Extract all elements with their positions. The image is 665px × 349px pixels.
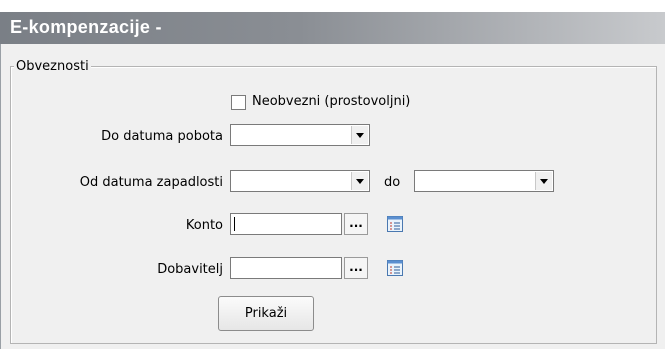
optional-checkbox-label: Neobvezni (prostovoljni) <box>252 94 411 109</box>
list-picker-icon[interactable] <box>386 215 404 233</box>
window-title: E-kompenzacije - <box>10 17 162 37</box>
dobavitelj-input[interactable] <box>230 257 342 279</box>
do-label: do <box>384 175 401 190</box>
top-strip <box>0 0 665 12</box>
do-datuma-pobota-label: Do datuma pobota <box>101 129 223 144</box>
groupbox-title: Obveznosti <box>14 59 91 74</box>
list-picker-icon[interactable] <box>386 259 404 277</box>
text-caret <box>234 217 235 231</box>
konto-lookup-button[interactable]: ... <box>344 213 368 235</box>
title-bar: E-kompenzacije - <box>0 12 665 44</box>
optional-checkbox[interactable] <box>231 95 246 110</box>
do-datuma-combo[interactable] <box>414 170 554 192</box>
chevron-down-icon[interactable] <box>351 126 368 144</box>
prikazi-button[interactable]: Prikaži <box>218 296 314 331</box>
chevron-down-icon[interactable] <box>535 172 552 190</box>
konto-input[interactable] <box>230 213 342 235</box>
do-datuma-pobota-combo[interactable] <box>230 124 370 146</box>
konto-label: Konto <box>185 218 223 233</box>
dobavitelj-label: Dobavitelj <box>157 262 223 277</box>
od-datuma-zapadlosti-label: Od datuma zapadlosti <box>79 175 223 190</box>
chevron-down-icon[interactable] <box>351 172 368 190</box>
od-datuma-zapadlosti-combo[interactable] <box>230 170 370 192</box>
dobavitelj-lookup-button[interactable]: ... <box>344 257 368 279</box>
